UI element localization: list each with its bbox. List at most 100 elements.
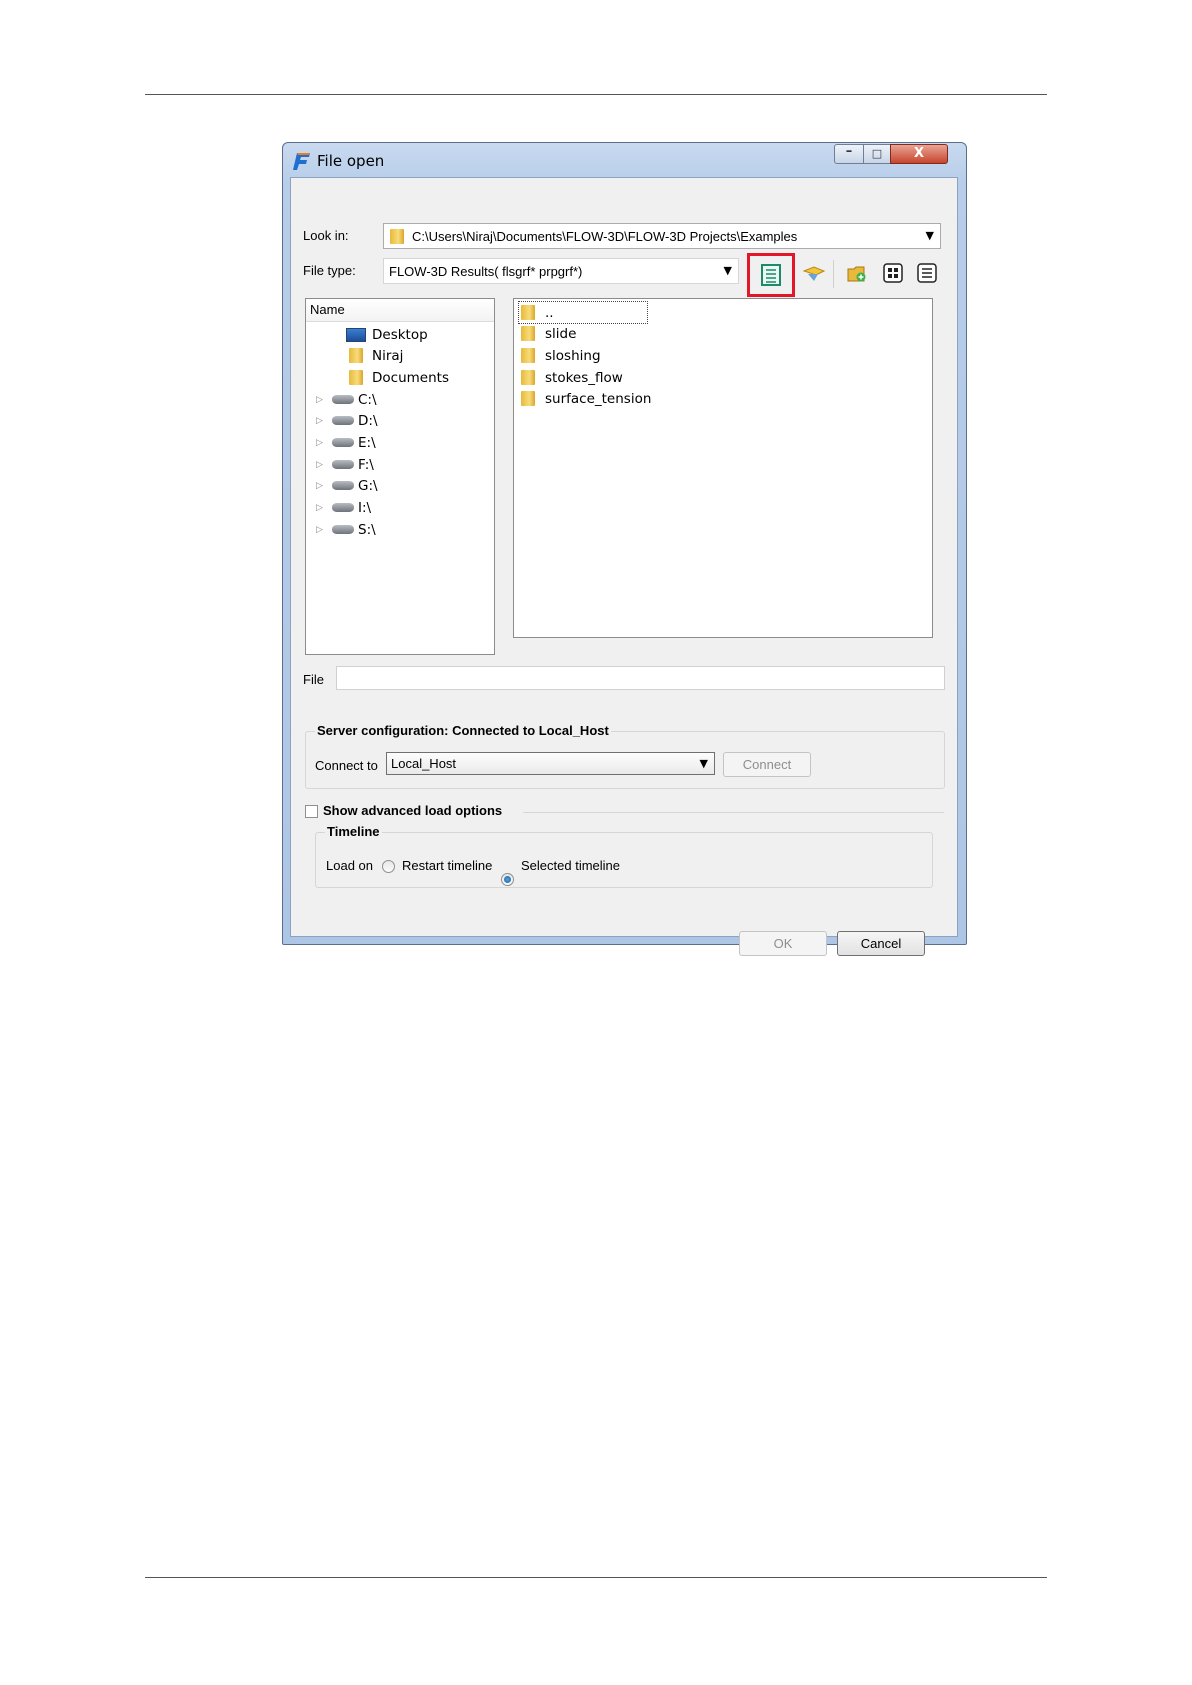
- header-rule: [145, 94, 1047, 95]
- sidebar-item-drive-g[interactable]: ▷ G:\: [316, 475, 378, 496]
- file-type-combo[interactable]: FLOW-3D Results( flsgrf* prpgrf*) ▼: [383, 258, 739, 284]
- list-item-folder[interactable]: slide: [518, 323, 576, 344]
- sidebar-item-label: S:\: [358, 521, 376, 538]
- detail-view-button-highlighted[interactable]: [747, 253, 795, 297]
- drive-icon: [332, 416, 354, 425]
- folder-icon: [390, 229, 404, 244]
- sidebar-item-drive-d[interactable]: ▷ D:\: [316, 410, 378, 431]
- list-item-label: stokes_flow: [545, 369, 623, 386]
- sidebar-item-drive-f[interactable]: ▷ F:\: [316, 454, 374, 475]
- folder-icon: [349, 348, 363, 363]
- ok-button[interactable]: OK: [739, 931, 827, 956]
- sidebar-header[interactable]: Name: [306, 299, 494, 322]
- sidebar-item-drive-c[interactable]: ▷ C:\: [316, 389, 377, 410]
- drive-icon: [332, 481, 354, 490]
- footer-rule: [145, 1577, 1047, 1578]
- detail-mode-icon: [917, 263, 937, 283]
- selected-timeline-radio[interactable]: [501, 873, 514, 886]
- sidebar-item-label: G:\: [358, 477, 378, 494]
- sidebar-item-label: Desktop: [372, 326, 428, 343]
- list-item-label: ..: [545, 304, 554, 321]
- list-item-folder[interactable]: surface_tension: [518, 388, 651, 409]
- minimize-button[interactable]: –: [834, 144, 864, 164]
- drive-icon: [332, 503, 354, 512]
- restart-timeline-radio[interactable]: [382, 860, 395, 873]
- file-open-dialog: File open – □ X Look in: C:\Users\Niraj\…: [282, 142, 967, 956]
- detail-mode-button[interactable]: [914, 260, 940, 286]
- look-in-label: Look in:: [303, 228, 349, 243]
- file-list-panel[interactable]: .. slide sloshing stokes_flow surface_te: [513, 298, 933, 638]
- file-type-value: FLOW-3D Results( flsgrf* prpgrf*): [389, 264, 583, 279]
- host-select-value: Local_Host: [391, 756, 457, 771]
- sidebar-item-label: E:\: [358, 434, 376, 451]
- back-icon: [802, 266, 826, 281]
- file-label: File: [303, 672, 324, 687]
- advanced-options-checkbox[interactable]: [305, 805, 318, 818]
- close-icon: X: [913, 146, 925, 161]
- advanced-options-rule: [523, 812, 944, 813]
- list-item-folder[interactable]: stokes_flow: [518, 367, 623, 388]
- expand-arrow-icon[interactable]: ▷: [316, 395, 328, 405]
- drive-icon: [332, 395, 354, 404]
- back-button[interactable]: [801, 261, 827, 287]
- sidebar-item-drive-i[interactable]: ▷ I:\: [316, 497, 371, 518]
- sidebar-item-niraj[interactable]: Niraj: [316, 345, 403, 366]
- connect-button[interactable]: Connect: [723, 752, 811, 777]
- folder-icon: [521, 326, 535, 341]
- sidebar-item-label: C:\: [358, 391, 377, 408]
- expand-arrow-icon[interactable]: ▷: [316, 460, 328, 470]
- expand-arrow-icon[interactable]: ▷: [316, 503, 328, 513]
- list-item-label: surface_tension: [545, 390, 652, 407]
- timeline-title: Timeline: [325, 824, 382, 839]
- dialog-title: File open: [317, 152, 385, 170]
- sidebar-item-label: Documents: [372, 369, 449, 386]
- drive-icon: [332, 525, 354, 534]
- maximize-button[interactable]: □: [863, 144, 891, 164]
- sidebar-header-label: Name: [310, 302, 345, 317]
- sidebar-item-label: F:\: [358, 456, 374, 473]
- chevron-down-icon: ▼: [699, 757, 708, 770]
- look-in-path: C:\Users\Niraj\Documents\FLOW-3D\FLOW-3D…: [412, 229, 798, 244]
- flow3d-app-icon: [293, 153, 310, 170]
- chevron-down-icon: ▼: [723, 264, 732, 277]
- new-folder-button[interactable]: [844, 260, 870, 286]
- connect-to-label: Connect to: [315, 758, 378, 773]
- maximize-icon: □: [871, 147, 883, 160]
- cancel-button[interactable]: Cancel: [837, 931, 925, 956]
- expand-arrow-icon[interactable]: ▷: [316, 481, 328, 491]
- list-mode-button[interactable]: [880, 260, 906, 286]
- detail-view-icon: [761, 264, 781, 286]
- sidebar-item-label: I:\: [358, 499, 372, 516]
- file-name-input[interactable]: [336, 666, 945, 690]
- list-item-folder[interactable]: sloshing: [518, 345, 601, 366]
- folder-icon: [521, 305, 535, 320]
- expand-arrow-icon[interactable]: ▷: [316, 525, 328, 535]
- list-item-parent[interactable]: ..: [518, 301, 648, 324]
- sidebar-item-label: Niraj: [372, 347, 404, 364]
- folder-icon: [521, 391, 535, 406]
- drive-icon: [332, 438, 354, 447]
- look-in-combo[interactable]: C:\Users\Niraj\Documents\FLOW-3D\FLOW-3D…: [383, 223, 941, 249]
- sidebar-item-label: D:\: [358, 412, 378, 429]
- host-select[interactable]: Local_Host ▼: [386, 752, 715, 775]
- advanced-options-label: Show advanced load options: [323, 803, 503, 818]
- folder-icon: [521, 370, 535, 385]
- sidebar-item-drive-e[interactable]: ▷ E:\: [316, 432, 376, 453]
- dialog-body: Look in: C:\Users\Niraj\Documents\FLOW-3…: [290, 177, 958, 956]
- folder-icon: [349, 370, 363, 385]
- sidebar-item-drive-s[interactable]: ▷ S:\: [316, 519, 376, 540]
- list-item-label: slide: [545, 325, 577, 342]
- restart-timeline-label: Restart timeline: [402, 858, 493, 873]
- server-config-title: Server configuration: Connected to Local…: [315, 723, 611, 738]
- new-folder-icon: [847, 266, 866, 282]
- sidebar-item-documents[interactable]: Documents: [316, 367, 449, 388]
- load-on-label: Load on: [326, 858, 373, 873]
- expand-arrow-icon[interactable]: ▷: [316, 416, 328, 426]
- toolbar-separator: [833, 260, 834, 288]
- drive-icon: [332, 460, 354, 469]
- minimize-icon: –: [845, 144, 853, 159]
- expand-arrow-icon[interactable]: ▷: [316, 438, 328, 448]
- sidebar-item-desktop[interactable]: Desktop: [316, 324, 428, 345]
- close-button[interactable]: X: [890, 144, 948, 164]
- file-type-label: File type:: [303, 263, 356, 278]
